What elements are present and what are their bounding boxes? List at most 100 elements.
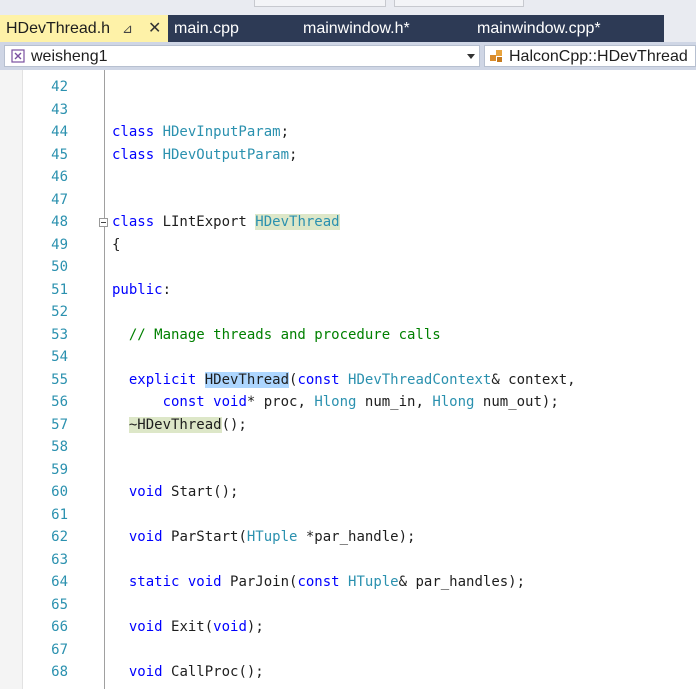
code-token: HDevOutputParam [162, 146, 290, 163]
code-token: Start(); [171, 484, 239, 500]
code-editor[interactable]: 42 43 44 class HDevInputParam; 45 class HDevO… [0, 70, 696, 689]
code-text: public: [112, 279, 171, 302]
code-token: HTuple [348, 574, 399, 590]
collapse-icon[interactable] [99, 218, 108, 227]
code-token: ~HDevThread [128, 416, 222, 433]
code-line[interactable]: 48 class LIntExport HDevThread [0, 211, 696, 234]
code-token: void [187, 574, 231, 590]
code-token: void [112, 529, 172, 545]
line-number: 55 [51, 371, 68, 388]
code-text: void ParStart(HTuple *par_handle); [112, 526, 416, 549]
code-line[interactable]: 43 [0, 99, 696, 122]
code-token: const [112, 394, 214, 410]
code-text: const void* proc, Hlong num_in, Hlong nu… [112, 391, 559, 414]
chevron-down-icon[interactable] [467, 54, 475, 59]
code-line[interactable]: 50 [0, 256, 696, 279]
code-token: public [112, 281, 163, 298]
code-line[interactable]: 52 [0, 301, 696, 324]
code-text: class LIntExport HDevThread [112, 211, 340, 234]
line-number: 42 [51, 79, 68, 95]
pin-icon[interactable]: ⊿ [122, 15, 133, 42]
code-token: HDevThreadContext [348, 371, 492, 388]
line-number: 45 [51, 146, 68, 163]
tab-preview-area [394, 0, 524, 7]
tab-hdevthread-h[interactable]: HDevThread.h ⊿ ✕ [0, 15, 168, 42]
code-line[interactable]: 62 void ParStart(HTuple *par_handle); [0, 526, 696, 549]
code-line[interactable]: 66 void Exit(void); [0, 616, 696, 639]
code-token: Exit( [171, 619, 214, 635]
tab-label: mainwindow.cpp* [477, 20, 601, 37]
code-line[interactable]: 53 // Manage threads and procedure calls [0, 324, 696, 347]
code-line[interactable]: 61 [0, 504, 696, 527]
line-number: 68 [51, 664, 68, 680]
line-number: 63 [51, 551, 68, 568]
navigation-bar: weisheng1 HalconCpp::HDevThread [0, 42, 696, 70]
code-token: static [112, 574, 188, 590]
code-line[interactable]: 64 static void ParJoin(const HTuple& par… [0, 571, 696, 594]
tab-label: main.cpp [174, 20, 239, 37]
line-number: 43 [51, 101, 68, 118]
code-line[interactable]: 49 { [0, 234, 696, 257]
code-token: LIntExport [162, 214, 256, 230]
line-number: 67 [51, 641, 68, 658]
code-token: void [213, 394, 247, 410]
code-token: HDevInputParam [162, 124, 281, 140]
code-line[interactable]: 68 void CallProc(); [0, 661, 696, 684]
code-token: void [213, 619, 247, 635]
code-token: void [112, 619, 172, 635]
code-line[interactable]: 60 void Start(); [0, 481, 696, 504]
line-number: 49 [51, 236, 68, 253]
code-token: num_out); [474, 394, 559, 410]
code-token: HTuple [246, 529, 298, 545]
code-line[interactable]: 56 const void* proc, Hlong num_in, Hlong… [0, 391, 696, 414]
line-number: 59 [51, 461, 68, 478]
tab-main-cpp[interactable]: main.cpp [174, 15, 239, 42]
tab-mainwindow-h[interactable]: mainwindow.h* [303, 15, 410, 42]
tab-label: mainwindow.h* [303, 20, 410, 37]
close-icon[interactable]: ✕ [148, 15, 161, 42]
tab-mainwindow-cpp[interactable]: mainwindow.cpp* [477, 15, 601, 42]
line-number: 66 [51, 619, 68, 635]
code-token: const [297, 574, 349, 590]
line-number: 44 [51, 124, 68, 140]
member-dropdown[interactable]: HalconCpp::HDevThread [484, 45, 696, 67]
code-line[interactable]: 65 [0, 594, 696, 617]
document-tab-bar: HDevThread.h ⊿ ✕ main.cpp mainwindow.h* … [0, 0, 696, 42]
code-line[interactable]: 42 [0, 76, 696, 99]
code-line[interactable]: 51 public: [0, 279, 696, 302]
line-number: 57 [51, 416, 68, 433]
line-number: 54 [51, 349, 68, 365]
code-token: ; [280, 124, 290, 140]
code-text: explicit HDevThread(const HDevThreadCont… [112, 369, 576, 392]
code-line[interactable]: 58 [0, 436, 696, 459]
code-token: void [112, 664, 172, 680]
code-line[interactable]: 45 class HDevOutputParam; [0, 144, 696, 167]
code-text: // Manage threads and procedure calls [112, 324, 441, 347]
line-number: 60 [51, 484, 68, 500]
code-line[interactable]: 44 class HDevInputParam; [0, 121, 696, 144]
code-text: void Exit(void); [112, 616, 264, 639]
code-line[interactable]: 59 [0, 459, 696, 482]
code-token: (); [221, 416, 247, 433]
code-token: * proc, [246, 394, 315, 410]
code-token: ParStart( [171, 529, 247, 545]
code-token: // Manage threads and procedure calls [112, 326, 441, 343]
line-number: 62 [51, 529, 68, 545]
code-line[interactable]: 47 [0, 189, 696, 212]
code-line[interactable]: 67 [0, 639, 696, 662]
code-token: HDevThread [255, 214, 340, 230]
line-number: 46 [51, 169, 68, 185]
code-line[interactable]: 54 [0, 346, 696, 369]
code-line[interactable]: 46 [0, 166, 696, 189]
code-token: Hlong [432, 394, 475, 410]
line-number: 51 [51, 281, 68, 298]
scope-dropdown[interactable]: weisheng1 [4, 45, 480, 67]
code-line[interactable]: 63 [0, 549, 696, 572]
code-line[interactable]: 55 explicit HDevThread(const HDevThreadC… [0, 369, 696, 392]
code-line[interactable]: 57 ~HDevThread(); [0, 414, 696, 437]
code-text: class HDevInputParam; [112, 121, 289, 144]
code-text: class HDevOutputParam; [112, 144, 297, 167]
code-text: static void ParJoin(const HTuple& par_ha… [112, 571, 525, 594]
code-token: ; [289, 146, 298, 163]
